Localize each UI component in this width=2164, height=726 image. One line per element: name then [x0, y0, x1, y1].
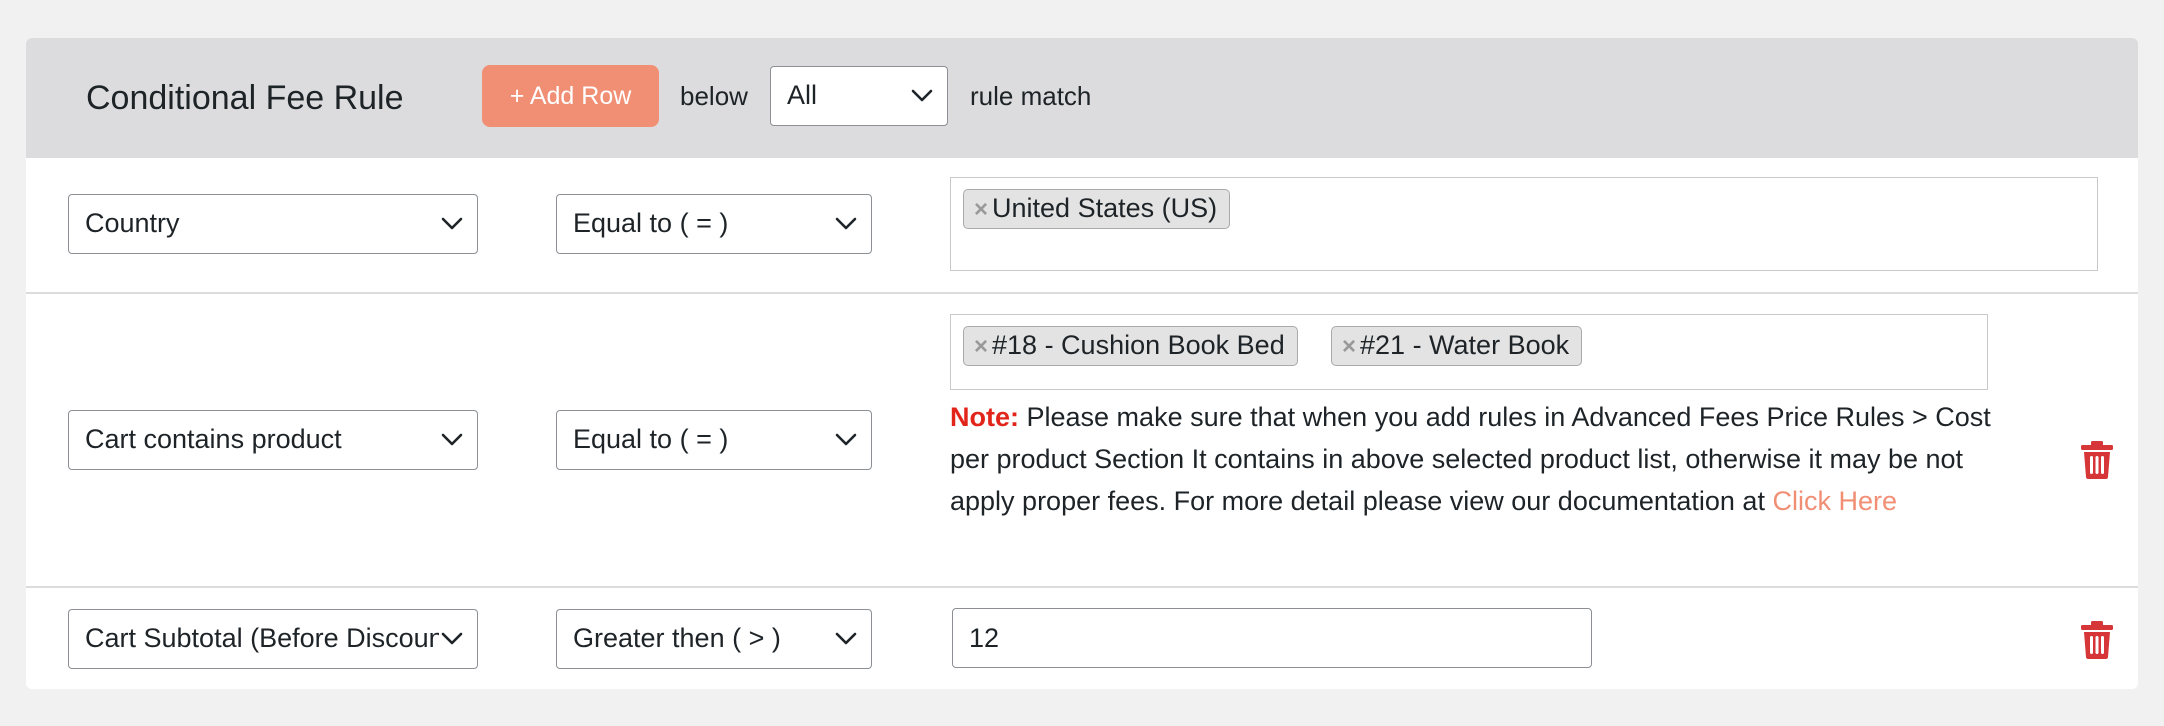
- condition-select-1[interactable]: Country: [68, 194, 478, 254]
- condition-select-2[interactable]: Cart contains product: [68, 410, 478, 470]
- condition-select-3[interactable]: Cart Subtotal (Before Discount): [68, 609, 478, 669]
- chevron-down-icon: [833, 411, 859, 468]
- note-label: Note:: [950, 402, 1019, 432]
- product-note: Note: Please make sure that when you add…: [950, 396, 2020, 522]
- documentation-link[interactable]: Click Here: [1772, 486, 1897, 516]
- row-divider: [26, 586, 2138, 588]
- operator-select-value: Equal to ( = ): [573, 424, 729, 454]
- remove-tag-icon[interactable]: ×: [974, 196, 988, 223]
- chevron-down-icon: [833, 610, 859, 667]
- chevron-down-icon: [909, 67, 935, 124]
- operator-select-value: Greater then ( > ): [573, 623, 781, 653]
- below-label: below: [680, 81, 748, 111]
- remove-tag-icon[interactable]: ×: [974, 333, 988, 360]
- rule-match-label: rule match: [970, 81, 1092, 111]
- operator-select-value: Equal to ( = ): [573, 208, 729, 238]
- condition-select-value: Cart contains product: [85, 424, 342, 454]
- selected-tag: × #18 - Cushion Book Bed: [963, 326, 1298, 366]
- country-tag-input[interactable]: × United States (US): [950, 177, 2098, 271]
- tag-label: United States (US): [992, 193, 1218, 223]
- operator-select-3[interactable]: Greater then ( > ): [556, 609, 872, 669]
- chevron-down-icon: [439, 411, 465, 468]
- row-divider: [26, 292, 2138, 294]
- operator-select-1[interactable]: Equal to ( = ): [556, 194, 872, 254]
- chevron-down-icon: [439, 610, 465, 667]
- trash-icon[interactable]: [2080, 621, 2114, 659]
- match-select[interactable]: All: [770, 66, 948, 126]
- product-tag-input[interactable]: × #18 - Cushion Book Bed × #21 - Water Boo…: [950, 314, 1988, 390]
- tag-label: #18 - Cushion Book Bed: [992, 330, 1285, 360]
- conditional-fee-panel: Conditional Fee Rule + Add Row below All…: [26, 38, 2138, 689]
- chevron-down-icon: [833, 195, 859, 252]
- operator-select-2[interactable]: Equal to ( = ): [556, 410, 872, 470]
- tag-label: #21 - Water Book: [1360, 330, 1570, 360]
- condition-select-value: Country: [85, 208, 180, 238]
- selected-tag: × #21 - Water Book: [1331, 326, 1583, 366]
- chevron-down-icon: [439, 195, 465, 252]
- remove-tag-icon[interactable]: ×: [1342, 333, 1356, 360]
- condition-select-value: Cart Subtotal (Before Discount): [85, 623, 461, 653]
- page-title: Conditional Fee Rule: [86, 79, 404, 117]
- selected-tag: × United States (US): [963, 189, 1231, 229]
- panel-header: Conditional Fee Rule + Add Row below All…: [26, 38, 2138, 158]
- subtotal-value-input[interactable]: [952, 608, 1592, 668]
- add-row-button[interactable]: + Add Row: [482, 65, 659, 127]
- trash-icon[interactable]: [2080, 441, 2114, 479]
- match-select-value: All: [787, 80, 818, 110]
